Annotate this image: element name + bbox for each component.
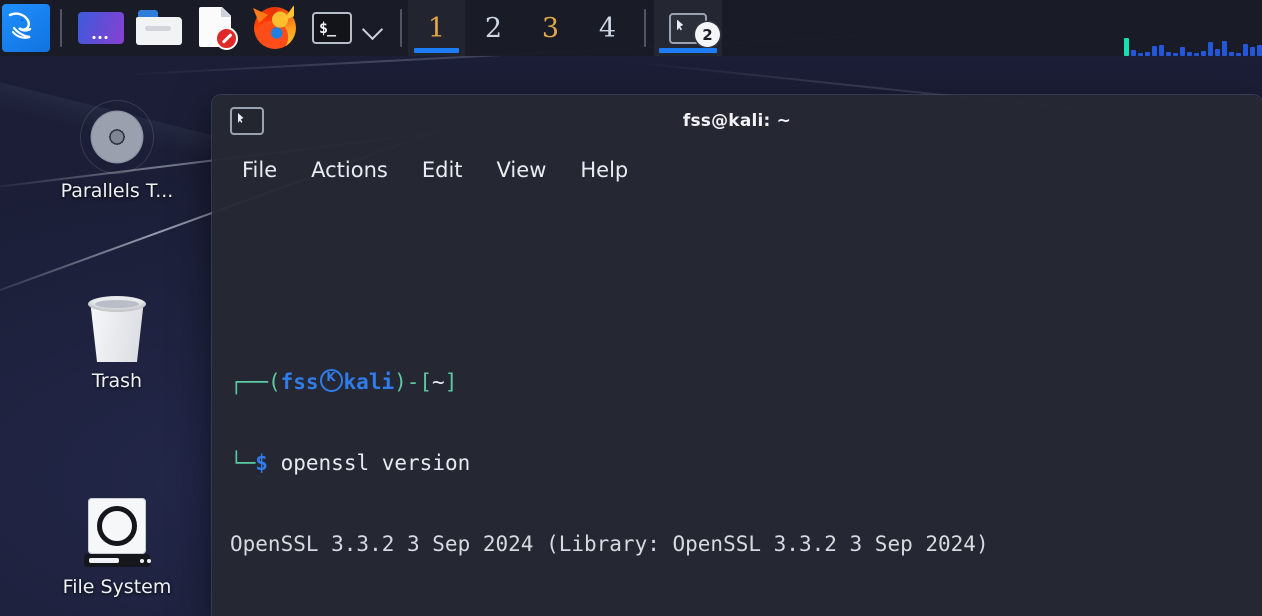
command-spacer [268, 451, 281, 475]
folder-icon [136, 10, 182, 46]
prompt-host: kali [343, 370, 395, 394]
launcher-terminal[interactable]: $_ [304, 4, 360, 52]
system-monitor-bars [1124, 34, 1262, 56]
panel-separator [400, 9, 402, 47]
desktop-icon-label: Parallels T... [60, 180, 174, 202]
terminal-window[interactable]: fss@kali: ~ File Actions Edit View Help … [212, 95, 1262, 616]
terminal-title: fss@kali: ~ [682, 111, 792, 131]
hard-drive-icon [82, 496, 152, 570]
terminal-prompt-icon: $_ [312, 12, 352, 44]
prompt-line: ┌──(fsskali)-[~] [230, 368, 1262, 396]
system-monitor-bar [1138, 53, 1143, 56]
disc-icon [80, 100, 154, 174]
panel-separator [644, 9, 646, 47]
prompt-open-paren: ( [267, 370, 281, 394]
workspace-label: 3 [541, 12, 560, 44]
terminal-titlebar[interactable]: fss@kali: ~ [212, 95, 1262, 147]
desktop-icon-label: File System [62, 576, 172, 598]
launcher-firefox[interactable] [246, 4, 304, 52]
system-monitor-bar [1201, 51, 1206, 56]
desktop-icon-file-system[interactable]: File System [17, 496, 217, 598]
terminal-icon [230, 107, 264, 135]
workspace-3[interactable]: 3 [522, 0, 579, 56]
system-monitor-bar [1236, 53, 1241, 56]
settings-app-icon [78, 12, 124, 44]
kali-circled-k-icon [319, 368, 343, 392]
menu-help[interactable]: Help [580, 158, 628, 182]
menu-edit[interactable]: Edit [422, 158, 463, 182]
terminal-output-area[interactable]: ┌──(fsskali)-[~] └─$ openssl version Ope… [212, 193, 1262, 616]
system-monitor-bar [1257, 45, 1262, 56]
system-monitor-bar [1187, 52, 1192, 56]
command-line: └─$ openssl version [230, 450, 1262, 477]
window-button-list: 2 [654, 0, 722, 56]
desktop-icon-label: Trash [91, 370, 143, 392]
prompt-close-paren: )-[ [394, 370, 433, 394]
taskbar-window-terminal[interactable]: 2 [654, 0, 722, 56]
system-monitor-bar [1124, 38, 1129, 56]
desktop-icon-parallels-tools[interactable]: Parallels T... [17, 100, 217, 202]
kali-dragon-icon [8, 12, 32, 39]
top-panel: $_ 1 2 3 4 2 [0, 0, 1262, 56]
menu-actions[interactable]: Actions [311, 158, 388, 182]
terminal-menubar: File Actions Edit View Help [212, 147, 1262, 193]
workspace-4[interactable]: 4 [579, 0, 636, 56]
prompt-corner-bottom: └─ [230, 451, 256, 475]
terminal-command: openssl version [280, 451, 471, 475]
workspace-1[interactable]: 1 [408, 0, 465, 56]
system-monitor-bar [1152, 46, 1157, 56]
system-monitor-bar [1215, 49, 1220, 56]
system-monitor-bar [1145, 52, 1150, 56]
terminal-block-1: ┌──(fsskali)-[~] └─$ openssl version Ope… [230, 315, 1262, 612]
system-monitor-bar [1208, 42, 1213, 56]
launcher-file-manager[interactable] [130, 4, 188, 52]
panel-separator [60, 9, 62, 47]
system-monitor-bar [1222, 41, 1227, 56]
launcher-settings[interactable] [72, 4, 130, 52]
system-monitor-bar [1131, 50, 1136, 56]
system-monitor-bar [1166, 52, 1171, 56]
prompt-path: ~ [432, 370, 445, 394]
workspace-2[interactable]: 2 [465, 0, 522, 56]
system-monitor-graph[interactable] [1124, 0, 1262, 62]
prompt-dollar: $ [255, 451, 268, 475]
prompt-close-bracket: ] [444, 370, 458, 394]
workspace-label: 4 [598, 12, 617, 44]
prompt-user: fss [280, 370, 319, 394]
window-count-badge: 2 [695, 22, 720, 47]
system-monitor-bar [1229, 52, 1234, 56]
system-monitor-bar [1250, 47, 1255, 56]
system-monitor-bar [1173, 53, 1178, 56]
show-more-applications[interactable] [360, 15, 386, 41]
launcher-text-editor[interactable] [188, 4, 246, 52]
terminal-output: OpenSSL 3.3.2 3 Sep 2024 (Library: OpenS… [230, 532, 989, 556]
workspace-label: 1 [427, 12, 446, 44]
document-blocked-icon [199, 7, 238, 50]
workspace-label: 2 [484, 12, 503, 44]
system-monitor-bar [1243, 44, 1248, 56]
menu-file[interactable]: File [242, 158, 277, 182]
trash-icon [84, 292, 150, 364]
firefox-icon [254, 7, 296, 49]
kali-menu-button[interactable] [2, 4, 50, 52]
menu-view[interactable]: View [497, 158, 547, 182]
workspace-switcher: 1 2 3 4 [408, 0, 636, 56]
system-monitor-bar [1180, 47, 1185, 56]
system-monitor-bar [1159, 45, 1164, 56]
prompt-corner-top: ┌── [230, 370, 268, 394]
system-monitor-bar [1194, 53, 1199, 56]
desktop-icon-trash[interactable]: Trash [17, 292, 217, 392]
